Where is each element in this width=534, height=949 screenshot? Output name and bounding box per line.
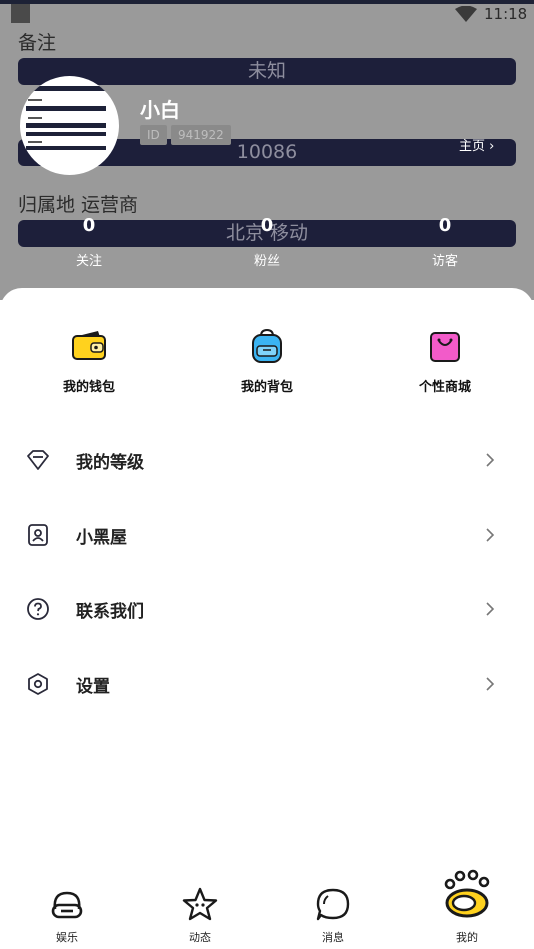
id-label-chip: ID [140, 125, 167, 145]
stat-following-label: 关注 [75, 254, 102, 269]
menu-item-contact-us-label: 联系我们 [76, 602, 144, 622]
chevron-right-icon [486, 528, 495, 542]
hexagon-settings-icon [28, 673, 48, 695]
diamond-icon [27, 450, 49, 470]
quick-action-shop[interactable]: 个性商城 [390, 328, 500, 395]
wallet-icon [72, 331, 106, 360]
stat-following[interactable]: 0 关注 [44, 215, 134, 270]
stat-following-count: 0 [82, 215, 96, 236]
menu-item-contact-us[interactable]: 联系我们 [0, 584, 534, 634]
menu-item-blacklist[interactable]: 小黑屋 [0, 510, 534, 560]
contact-card-icon [28, 524, 48, 546]
quick-action-backpack-label: 我的背包 [240, 380, 293, 395]
menu-item-level[interactable]: 我的等级 [0, 435, 534, 485]
quick-action-wallet-label: 我的钱包 [62, 380, 115, 395]
stat-visitors-count: 0 [438, 215, 452, 236]
homepage-link[interactable]: 主页 › [459, 135, 494, 154]
stat-fans-count: 0 [260, 215, 274, 236]
stat-visitors-label: 访客 [431, 254, 458, 269]
profile-header-background: 11:18 备注 未知 10086 归属地 运营商 北京 移动 小白 ID 94… [0, 0, 534, 300]
status-notification-icon [11, 4, 30, 23]
backpack-icon [252, 328, 282, 363]
stat-fans-label: 粉丝 [253, 254, 280, 269]
nickname: 小白 [140, 98, 180, 122]
tab-moments-label: 动态 [189, 931, 211, 944]
chat-bubble-icon [316, 888, 350, 921]
menu-item-settings-label: 设置 [76, 677, 110, 697]
quick-action-backpack[interactable]: 我的背包 [212, 328, 322, 395]
stat-visitors[interactable]: 0 访客 [400, 215, 490, 270]
id-value-chip: 941922 [171, 125, 231, 145]
menu-item-level-label: 我的等级 [76, 453, 144, 473]
stat-fans[interactable]: 0 粉丝 [222, 215, 312, 270]
chevron-right-icon [486, 602, 495, 616]
star-icon [182, 887, 218, 921]
region-carrier-label: 归属地 运营商 [18, 194, 139, 216]
remark-label: 备注 [18, 32, 57, 54]
quick-action-shop-label: 个性商城 [418, 380, 471, 395]
entertainment-icon [51, 891, 83, 919]
wifi-icon [455, 6, 477, 22]
menu-item-settings[interactable]: 设置 [0, 659, 534, 709]
menu-item-blacklist-label: 小黑屋 [76, 528, 127, 548]
help-circle-icon [27, 598, 49, 620]
quick-action-wallet[interactable]: 我的钱包 [34, 328, 144, 395]
status-time: 11:18 [484, 5, 528, 23]
chevron-right-icon [486, 677, 495, 691]
avatar[interactable] [20, 76, 119, 175]
tab-mine-label: 我的 [456, 931, 478, 944]
shopping-bag-icon [430, 332, 460, 362]
tab-messages-label: 消息 [322, 931, 344, 944]
tab-entertainment-label: 娱乐 [56, 931, 78, 944]
menu-sheet: 我的钱包 我的背包 个性商城 我的等级 小黑屋 联系我们 设置 [0, 288, 534, 949]
bottom-tab-bar: 娱乐 动态 消息 我的 [0, 860, 534, 949]
chevron-right-icon [486, 453, 495, 467]
paw-icon [444, 869, 490, 918]
top-edge-bar [0, 0, 534, 4]
